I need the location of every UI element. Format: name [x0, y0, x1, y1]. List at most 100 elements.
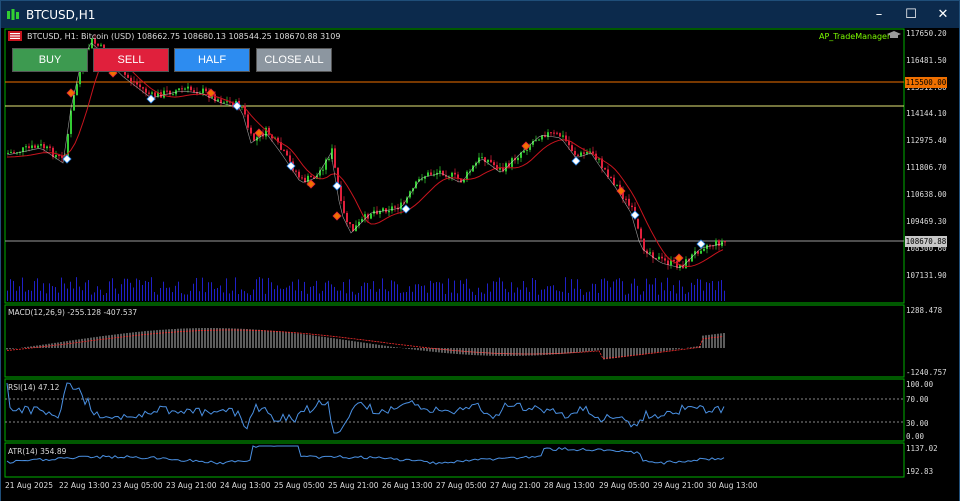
candle-body: [631, 205, 633, 208]
candle-body: [49, 146, 51, 148]
volume-bar: [601, 279, 602, 301]
volume-bar: [355, 294, 356, 301]
volume-bar: [649, 284, 650, 301]
candle-body: [244, 105, 246, 115]
volume-bar: [124, 278, 125, 301]
volume-bar: [517, 287, 518, 301]
candle-body: [247, 114, 249, 128]
volume-bar: [64, 283, 65, 301]
volume-bar: [73, 288, 74, 301]
volume-bar: [421, 285, 422, 301]
volume-bar: [478, 287, 479, 301]
volume-bar: [364, 282, 365, 301]
minimize-button[interactable]: –: [863, 1, 895, 28]
candle-body: [346, 212, 348, 223]
candle-body: [181, 88, 183, 90]
volume-bar: [154, 291, 155, 301]
volume-bar: [508, 292, 509, 301]
volume-bar: [259, 277, 260, 301]
candle-body: [286, 150, 288, 156]
candle-body: [25, 146, 27, 148]
buy-button[interactable]: BUY: [12, 48, 88, 72]
volume-bar: [688, 292, 689, 301]
volume-bar: [499, 277, 500, 301]
volume-bar: [520, 289, 521, 301]
rsi-level-label: 30.00: [906, 419, 929, 428]
volume-bar: [61, 277, 62, 301]
rsi-pane-border: [4, 378, 905, 442]
volume-bar: [250, 294, 251, 301]
volume-bar: [409, 286, 410, 301]
volume-bar: [31, 290, 32, 301]
volume-bar: [673, 285, 674, 301]
candle-body: [193, 90, 195, 93]
volume-bar: [667, 277, 668, 301]
volume-bar: [430, 280, 431, 301]
volume-bar: [169, 287, 170, 301]
volume-bar: [571, 279, 572, 301]
close-all-button[interactable]: CLOSE ALL: [256, 48, 332, 72]
candle-body: [571, 145, 573, 152]
volume-bar: [559, 291, 560, 301]
half-button[interactable]: HALF: [174, 48, 250, 72]
candle-body: [163, 90, 165, 98]
volume-bar: [190, 290, 191, 301]
candle-body: [439, 170, 441, 173]
candle-body: [154, 92, 156, 97]
volume-bar: [679, 280, 680, 301]
candle-body: [142, 87, 144, 89]
volume-bar: [370, 289, 371, 301]
close-button[interactable]: ✕: [927, 1, 959, 28]
symbol-info: BTCUSD, H1: Bitcoin (USD) 108662.75 1086…: [27, 32, 341, 41]
volume-bar: [70, 281, 71, 301]
candle-body: [562, 135, 564, 137]
volume-bar: [292, 281, 293, 301]
volume-bar: [166, 287, 167, 301]
candle-body: [340, 186, 342, 202]
volume-bar: [598, 292, 599, 301]
candle-body: [7, 152, 9, 154]
volume-bar: [442, 283, 443, 301]
sell-button[interactable]: SELL: [93, 48, 169, 72]
time-label: 30 Aug 13:00: [707, 481, 758, 490]
volume-bar: [406, 292, 407, 301]
atr-max-label: 1137.02: [906, 444, 938, 453]
volume-bar: [262, 278, 263, 301]
rsi-level-label: 0.00: [906, 432, 925, 441]
candle-body: [538, 139, 540, 141]
candle-body: [145, 88, 147, 93]
candle-body: [205, 88, 207, 92]
volume-bar: [565, 277, 566, 301]
candle-body: [334, 148, 336, 168]
candle-body: [493, 162, 495, 166]
symbol-menu-icon[interactable]: [8, 31, 22, 41]
volume-bar: [121, 284, 122, 301]
volume-bar: [403, 292, 404, 301]
volume-bar: [109, 281, 110, 301]
candle-body: [226, 101, 228, 103]
candle-body: [586, 152, 588, 154]
candle-body: [724, 241, 726, 243]
volume-bar: [289, 285, 290, 301]
candle-body: [22, 147, 24, 152]
volume-bar: [208, 282, 209, 301]
volume-bar: [718, 281, 719, 301]
volume-bar: [469, 288, 470, 301]
volume-bar: [526, 287, 527, 301]
candle-body: [133, 81, 135, 83]
volume-bar: [652, 284, 653, 301]
signal-marker: [332, 181, 342, 191]
candle-body: [298, 171, 300, 178]
candle-body: [664, 258, 666, 261]
time-label: 23 Aug 21:00: [166, 481, 217, 490]
chart-canvas[interactable]: [1, 28, 959, 501]
volume-bar: [532, 278, 533, 301]
volume-bar: [394, 281, 395, 301]
volume-bar: [340, 290, 341, 301]
volume-bar: [343, 281, 344, 301]
volume-bar: [49, 283, 50, 301]
volume-bar: [331, 284, 332, 301]
volume-bar: [199, 291, 200, 301]
volume-bar: [46, 293, 47, 301]
maximize-button[interactable]: ☐: [895, 1, 927, 28]
